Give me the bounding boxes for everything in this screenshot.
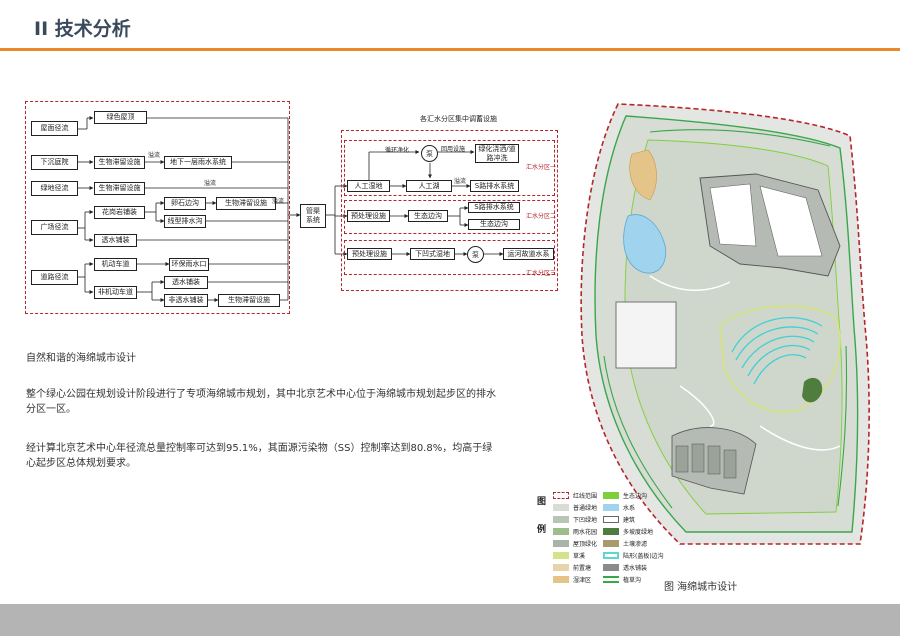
pump-2: 泵 <box>467 246 484 263</box>
eco-ditch-2: 生态边沟 <box>468 219 520 230</box>
legend-swatch-wet-zone <box>553 576 569 583</box>
legend-heading: 图例 <box>537 497 547 535</box>
source-roof-runoff: 屋面径流 <box>31 121 78 136</box>
overflow-label-a: 溢流 <box>454 178 467 185</box>
footer-bar <box>0 604 900 636</box>
constructed-wetland: 人工湿地 <box>347 180 390 192</box>
legend-swatch-eco-ditch <box>603 492 619 499</box>
artificial-lake: 人工湖 <box>406 180 452 192</box>
legend-swatch-soil <box>603 540 619 547</box>
legend-swatch-cover-ditch <box>603 552 619 559</box>
section-subtitle: 自然和谐的海绵城市设计 <box>26 353 136 364</box>
legend-item: 生态边沟 <box>603 491 647 500</box>
source-green-runoff: 绿地径流 <box>31 181 78 196</box>
legend-item: 多坡度绿地 <box>603 527 653 536</box>
pump-1: 泵 <box>421 145 438 162</box>
legend-item: 陆形(盖板)边沟 <box>603 551 664 560</box>
legend-swatch-sunken <box>553 516 569 523</box>
legend-item: 土壤渗滤 <box>603 539 647 548</box>
non-motor-road: 非机动车道 <box>94 286 137 299</box>
paragraph-2: 经计算北京艺术中心年径流总量控制率可达到95.1%，其面源污染物（SS）控制率达… <box>26 443 493 469</box>
legend-swatch-grass-ditch <box>603 576 619 583</box>
figure-caption: 图 海绵城市设计 <box>664 582 738 593</box>
legend-item: 雨水花园 <box>553 527 597 536</box>
overflow-label-2: 溢流 <box>204 180 217 187</box>
non-permeable-paving: 非透水铺装 <box>164 294 208 307</box>
legend-swatch-roof <box>553 540 569 547</box>
site-plan-map <box>580 103 870 545</box>
bio-retention-4: 生物滞留设施 <box>218 294 280 307</box>
legend-item: 植草沟 <box>603 575 641 584</box>
legend-swatch-building <box>603 516 619 523</box>
source-road-runoff: 道路径流 <box>31 270 78 285</box>
zone-label-1: 汇水分区一 <box>526 164 557 171</box>
paragraph-1: 整个绿心公园在规划设计阶段进行了专项海绵城市规划，其中北京艺术中心位于海绵城市规… <box>26 389 496 415</box>
legend-item: 建筑 <box>603 515 635 524</box>
zone-label-2: 汇水分区二 <box>526 213 557 220</box>
pretreat-2: 预处理设施 <box>347 248 392 260</box>
granite-paving: 花岗岩铺装 <box>94 206 145 219</box>
legend-swatch-red-line <box>553 492 569 499</box>
linear-drain: 线型排水沟 <box>164 215 206 228</box>
legend-item: 水系 <box>603 503 635 512</box>
legend-item: 草溪 <box>553 551 585 560</box>
green-irrigation: 绿化浇洒/道路冲洗 <box>475 144 519 163</box>
overflow-label-1: 溢流 <box>148 152 161 159</box>
legend-swatch-water <box>603 504 619 511</box>
overflow-label-3: 溢流 <box>272 198 285 205</box>
sunken-wetland: 下凹式湿地 <box>410 248 455 260</box>
pebble-ditch: 卵石边沟 <box>164 197 206 210</box>
legend-item: 透水铺装 <box>603 563 647 572</box>
legend-swatch-grass-creek <box>553 552 569 559</box>
legend-swatch-forebay <box>553 564 569 571</box>
canal-water-system: 运河故道水系 <box>503 248 554 260</box>
legend-item: 屋顶绿化 <box>553 539 597 548</box>
bio-retention-1: 生物滞留设施 <box>94 156 145 169</box>
motor-road: 机动车道 <box>94 258 137 271</box>
legend-item: 红线范围 <box>553 491 597 500</box>
legend-item: 普通绿地 <box>553 503 597 512</box>
permeable-paving-2: 透水铺装 <box>164 276 208 289</box>
legend-swatch-permeable <box>603 564 619 571</box>
source-sunken-courtyard: 下沉庭院 <box>31 155 78 170</box>
legend-item: 湿津区 <box>553 575 591 584</box>
underground-rain-system: 地下一层雨水系统 <box>164 156 232 169</box>
legend-swatch-rain-garden <box>553 528 569 535</box>
s-drain-2: S路排水系统 <box>468 202 520 213</box>
circulation-label: 循环净化 <box>385 147 410 154</box>
permeable-paving-1: 透水铺装 <box>94 234 137 247</box>
legend-item: 下凹绿地 <box>553 515 597 524</box>
pipe-system: 管渠系统 <box>300 204 326 228</box>
pretreat-1: 预处理设施 <box>347 210 390 222</box>
green-roof: 绿色屋顶 <box>94 111 147 124</box>
s-drain-1: S路排水系统 <box>470 180 519 192</box>
storage-title: 各汇水分区集中调蓄设施 <box>420 115 497 123</box>
legend-swatch-slope <box>603 528 619 535</box>
legend-item: 前置塘 <box>553 563 591 572</box>
bio-retention-2: 生物滞留设施 <box>94 182 145 195</box>
eco-ditch: 生态边沟 <box>408 210 448 222</box>
zone-label-3: 汇水分区三 <box>526 270 557 277</box>
eco-rain-inlet: 环保雨水口 <box>169 258 209 271</box>
bio-retention-3: 生物滞留设施 <box>216 197 276 210</box>
source-plaza-runoff: 广场径流 <box>31 220 78 235</box>
reuse-label: 回用设施 <box>441 146 466 153</box>
legend-swatch-green <box>553 504 569 511</box>
